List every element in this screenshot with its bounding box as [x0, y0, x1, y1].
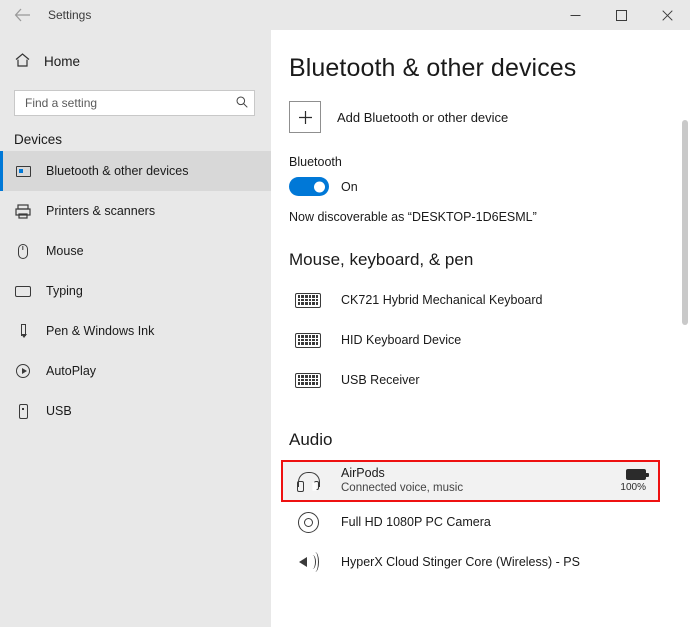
sidebar-item-label: AutoPlay [46, 364, 97, 378]
keyboard-icon [293, 287, 323, 313]
sidebar-item-label: USB [46, 404, 72, 418]
bluetooth-devices-icon [14, 162, 32, 180]
sidebar-home-label: Home [44, 53, 81, 69]
keyboard-icon [293, 367, 323, 393]
sidebar: Home Devices Bluetooth & other devices [0, 30, 271, 627]
minimize-button[interactable] [552, 0, 598, 30]
back-arrow-icon [14, 8, 30, 22]
main-panel: Bluetooth & other devices Add Bluetooth … [271, 30, 690, 627]
usb-icon [14, 402, 32, 420]
close-button[interactable] [644, 0, 690, 30]
device-row-pc-camera[interactable]: Full HD 1080P PC Camera [289, 502, 660, 542]
maximize-button[interactable] [598, 0, 644, 30]
battery-percent: 100% [620, 482, 646, 493]
add-bluetooth-device-button[interactable]: Add Bluetooth or other device [289, 101, 660, 133]
bluetooth-label: Bluetooth [289, 155, 342, 169]
content-area: Home Devices Bluetooth & other devices [0, 30, 690, 627]
sidebar-item-mouse[interactable]: Mouse [0, 231, 271, 271]
search-input[interactable] [23, 95, 232, 111]
group-title-mouse-keyboard-pen: Mouse, keyboard, & pen [289, 250, 474, 269]
sidebar-item-autoplay[interactable]: AutoPlay [0, 351, 271, 391]
caption-buttons [552, 0, 690, 30]
device-row-airpods[interactable]: AirPods Connected voice, music 100% [281, 460, 660, 502]
device-row-hyperx-cloud-stinger[interactable]: HyperX Cloud Stinger Core (Wireless) - P… [289, 542, 660, 582]
device-name: AirPods [341, 466, 385, 480]
device-name: USB Receiver [341, 373, 420, 387]
plus-icon [289, 101, 321, 133]
device-name: HID Keyboard Device [341, 333, 462, 347]
device-name: CK721 Hybrid Mechanical Keyboard [341, 293, 543, 307]
keyboard-icon [293, 327, 323, 353]
window-title: Settings [48, 8, 92, 22]
device-row-usb-receiver[interactable]: USB Receiver [289, 360, 660, 400]
keyboard-icon [14, 282, 32, 300]
bluetooth-toggle[interactable] [289, 177, 329, 196]
sidebar-item-usb[interactable]: USB [0, 391, 271, 431]
sidebar-section-label: Devices [14, 132, 63, 147]
sidebar-item-label: Typing [46, 284, 83, 298]
printer-icon [14, 202, 32, 220]
page-title: Bluetooth & other devices [289, 54, 577, 82]
scrollbar-thumb[interactable] [682, 120, 688, 325]
sidebar-item-home[interactable]: Home [0, 44, 271, 78]
close-icon [661, 9, 673, 21]
maximize-icon [615, 9, 627, 21]
sidebar-item-printers-scanners[interactable]: Printers & scanners [0, 191, 271, 231]
title-bar: Settings [0, 0, 690, 30]
sidebar-item-label: Printers & scanners [46, 204, 156, 218]
discoverable-text: Now discoverable as “DESKTOP-1D6ESML” [289, 210, 537, 224]
sidebar-item-label: Mouse [46, 244, 84, 258]
battery-indicator: 100% [620, 469, 658, 493]
mouse-icon [14, 242, 32, 260]
group-title-audio: Audio [289, 430, 333, 449]
search-icon[interactable] [236, 96, 248, 111]
pen-icon [14, 322, 32, 340]
back-button[interactable] [0, 0, 44, 30]
minimize-icon [570, 14, 580, 16]
sidebar-item-bluetooth-other-devices[interactable]: Bluetooth & other devices [0, 151, 271, 191]
home-icon [14, 52, 30, 70]
sidebar-item-label: Bluetooth & other devices [46, 164, 189, 178]
battery-full-icon [626, 469, 649, 480]
sidebar-item-label: Pen & Windows Ink [46, 324, 155, 338]
device-name: HyperX Cloud Stinger Core (Wireless) - P… [341, 555, 580, 569]
settings-window: Settings Home Find a setting Devices Blu… [0, 0, 690, 627]
sidebar-item-pen-windows-ink[interactable]: Pen & Windows Ink [0, 311, 271, 351]
main-scrollbar[interactable] [680, 30, 690, 627]
speaker-icon [293, 549, 323, 575]
camera-icon [293, 509, 323, 535]
device-status: Connected voice, music [341, 482, 464, 494]
add-device-label: Add Bluetooth or other device [337, 109, 509, 125]
device-row-ck721[interactable]: CK721 Hybrid Mechanical Keyboard [289, 280, 660, 320]
device-row-hid-keyboard[interactable]: HID Keyboard Device [289, 320, 660, 360]
search-box[interactable] [14, 90, 255, 116]
device-name: Full HD 1080P PC Camera [341, 515, 491, 529]
bluetooth-toggle-state: On [341, 179, 358, 194]
autoplay-icon [14, 362, 32, 380]
sidebar-item-typing[interactable]: Typing [0, 271, 271, 311]
bluetooth-toggle-row[interactable]: On [289, 177, 660, 196]
headset-icon [293, 468, 323, 494]
